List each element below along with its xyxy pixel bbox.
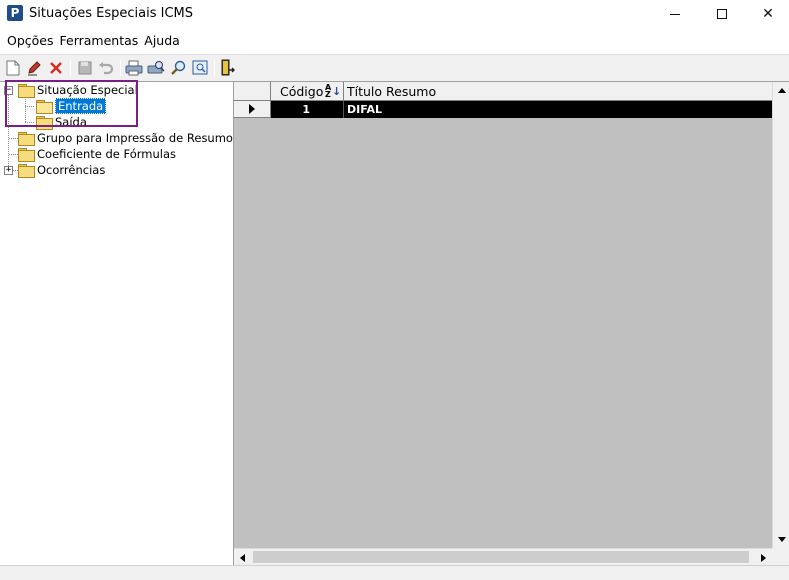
tree-item-entrada[interactable]: Entrada bbox=[36, 98, 107, 114]
cell-titulo-resumo[interactable]: DIFAL bbox=[347, 101, 767, 118]
cell-codigo[interactable]: 1 bbox=[271, 101, 344, 118]
toolbar bbox=[0, 54, 789, 81]
save-disk-icon[interactable] bbox=[76, 59, 94, 77]
chevron-down-icon bbox=[777, 537, 786, 542]
menu-opcoes[interactable]: Opções bbox=[4, 30, 57, 52]
column-label: Código bbox=[280, 84, 324, 99]
tree-item-label: Situação Especial bbox=[37, 83, 138, 97]
menu-bar: Opções Ferramentas Ajuda bbox=[0, 30, 789, 52]
new-document-icon[interactable] bbox=[4, 59, 22, 77]
row-indicator bbox=[234, 101, 271, 118]
minimize-icon bbox=[670, 13, 680, 15]
horizontal-scroll-thumb[interactable] bbox=[253, 551, 749, 563]
chevron-left-icon bbox=[240, 553, 245, 562]
tree-item-label: Grupo para Impressão de Resumo bbox=[37, 131, 233, 145]
maximize-icon bbox=[717, 9, 727, 19]
folder-icon bbox=[18, 164, 35, 178]
scroll-left-button[interactable] bbox=[234, 549, 251, 566]
scrollbar-corner bbox=[772, 548, 789, 565]
app-logo-icon: P bbox=[7, 5, 23, 21]
print-preview-icon[interactable] bbox=[147, 59, 165, 77]
sort-arrow-icon: ↓ bbox=[332, 85, 342, 98]
navigation-tree: − Situação Especial Entrada Saída Grupo … bbox=[0, 81, 234, 565]
tree-item-situacao-especial[interactable]: Situação Especial bbox=[18, 82, 138, 98]
tree-item-label: Ocorrências bbox=[37, 163, 106, 177]
tree-connector bbox=[9, 138, 18, 139]
horizontal-scrollbar[interactable] bbox=[234, 548, 772, 565]
undo-icon[interactable] bbox=[97, 59, 115, 77]
tree-connector bbox=[8, 91, 9, 171]
menu-ajuda[interactable]: Ajuda bbox=[141, 30, 183, 52]
toolbar-separator bbox=[214, 60, 215, 76]
data-grid: Código A Z ↓ Título Resumo 1 DIFAL bbox=[234, 81, 789, 565]
window-title: Situações Especiais ICMS bbox=[29, 6, 194, 21]
toolbar-separator bbox=[70, 60, 71, 76]
close-button[interactable]: ✕ bbox=[745, 0, 789, 28]
table-row[interactable]: 1 DIFAL bbox=[234, 101, 772, 118]
tree-item-label: Coeficiente de Fórmulas bbox=[37, 147, 177, 161]
tree-item-saida[interactable]: Saída bbox=[36, 114, 87, 130]
tree-connector bbox=[25, 122, 35, 123]
menu-ferramentas[interactable]: Ferramentas bbox=[57, 30, 142, 52]
grid-header-indicator bbox=[234, 82, 271, 101]
delete-x-icon[interactable] bbox=[47, 59, 65, 77]
tree-expander-ocorrencias[interactable]: + bbox=[4, 166, 13, 175]
tree-item-label: Entrada bbox=[55, 98, 107, 114]
maximize-button[interactable] bbox=[699, 0, 745, 28]
print-icon[interactable] bbox=[125, 59, 143, 77]
folder-icon bbox=[36, 116, 53, 130]
folder-icon bbox=[18, 148, 35, 162]
tree-item-grupo-impressao-resumo[interactable]: Grupo para Impressão de Resumo bbox=[18, 130, 233, 146]
scroll-up-button[interactable] bbox=[773, 82, 789, 99]
tree-item-coeficiente-formulas[interactable]: Coeficiente de Fórmulas bbox=[18, 146, 176, 162]
current-row-arrow-icon bbox=[249, 104, 255, 114]
close-icon: ✕ bbox=[762, 6, 774, 22]
edit-pencil-icon[interactable] bbox=[25, 59, 43, 77]
tree-item-label: Saída bbox=[55, 115, 87, 129]
chevron-up-icon bbox=[777, 88, 786, 93]
vertical-scrollbar[interactable] bbox=[772, 82, 789, 548]
folder-icon bbox=[18, 84, 35, 98]
sort-az-icon[interactable]: A Z ↓ bbox=[325, 84, 341, 99]
grid-header: Código A Z ↓ Título Resumo bbox=[234, 82, 772, 101]
exit-door-icon[interactable] bbox=[219, 59, 237, 77]
zoom-frame-icon[interactable] bbox=[191, 59, 209, 77]
toolbar-separator bbox=[120, 60, 121, 76]
sort-letter-z: Z bbox=[325, 90, 331, 99]
tree-connector bbox=[9, 154, 18, 155]
column-label: Título Resumo bbox=[347, 84, 437, 99]
folder-open-icon bbox=[36, 100, 53, 114]
tree-item-ocorrencias[interactable]: Ocorrências bbox=[18, 162, 105, 178]
search-magnifier-icon[interactable] bbox=[169, 59, 187, 77]
tree-expander-situacao-especial[interactable]: − bbox=[4, 86, 13, 95]
tree-connector bbox=[25, 99, 26, 122]
scroll-right-button[interactable] bbox=[755, 549, 772, 566]
tree-connector bbox=[25, 106, 35, 107]
minimize-button[interactable] bbox=[652, 0, 698, 28]
status-bar bbox=[0, 565, 789, 580]
scroll-down-button[interactable] bbox=[773, 531, 789, 548]
chevron-right-icon bbox=[761, 553, 766, 562]
title-bar: P Situações Especiais ICMS ✕ bbox=[0, 0, 789, 28]
folder-icon bbox=[18, 132, 35, 146]
column-header-codigo[interactable]: Código A Z ↓ bbox=[271, 82, 344, 101]
column-header-titulo-resumo[interactable]: Título Resumo bbox=[344, 82, 772, 101]
